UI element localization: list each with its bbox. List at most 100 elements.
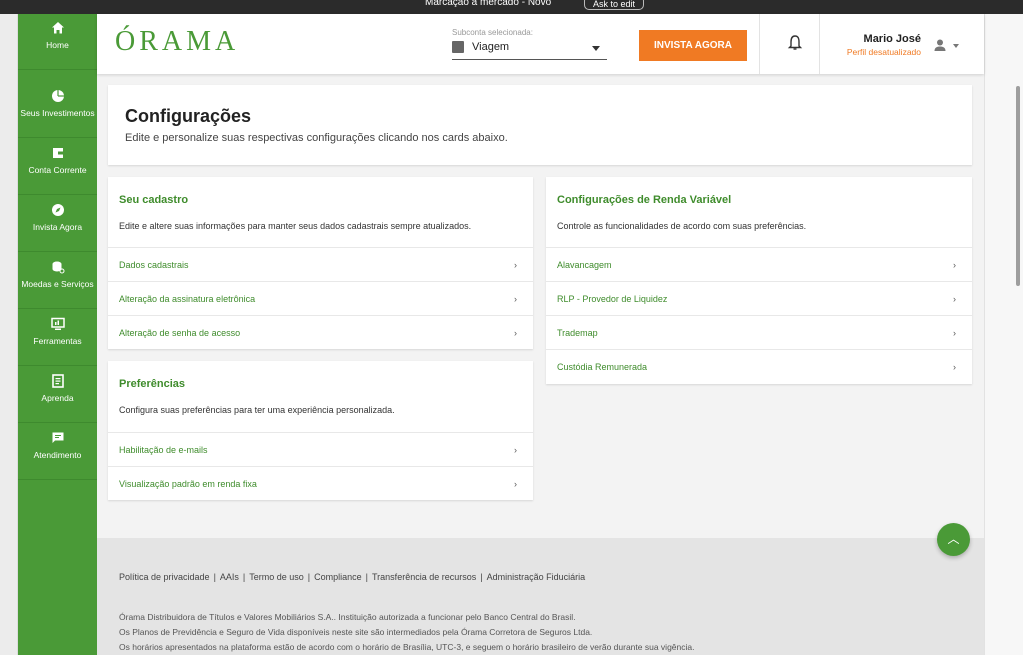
chevron-right-icon: › [953,328,956,338]
page-title-card: Configurações Edite e personalize suas r… [108,85,972,165]
link-aais[interactable]: AAIs [220,572,239,582]
separator: | [365,572,369,582]
separator: | [480,572,483,582]
row-label: Trademap [557,328,598,338]
link-administracao-fiduciaria[interactable]: Administração Fiduciária [487,572,586,582]
browser-top-bar: Marcação a mercado - Novo Ask to edit [0,0,1023,14]
sidebar-item-ferramentas[interactable]: Ferramentas [18,310,97,366]
row-alteracao-senha[interactable]: Alteração de senha de acesso › [108,315,533,349]
sidebar-item-seus-investimentos[interactable]: Seus Investimentos [18,82,97,138]
notification-bell-icon[interactable] [787,34,803,52]
sidebar-item-label: Atendimento [33,450,82,460]
chevron-right-icon: › [953,260,956,270]
subaccount-select[interactable]: Subconta selecionada: Viagem [452,28,607,60]
ask-to-edit-button[interactable]: Ask to edit [584,0,645,10]
subaccount-label: Subconta selecionada: [452,28,533,37]
subaccount-icon [452,41,464,53]
chevron-right-icon: › [514,479,517,489]
card-title: Seu cadastro [119,194,189,206]
orama-logo[interactable]: ÓRAMA [115,26,239,58]
sidebar-item-label: Moedas e Serviços [21,279,94,289]
scroll-to-top-button[interactable]: ︿ [937,523,970,556]
sidebar-item-invista-agora[interactable]: Invista Agora [18,196,97,252]
row-alteracao-assinatura[interactable]: Alteração da assinatura eletrônica › [108,281,533,315]
card-description: Edite e altere suas informações para man… [119,221,472,231]
row-dados-cadastrais[interactable]: Dados cadastrais › [108,247,533,281]
row-label: Visualização padrão em renda fixa [119,479,257,489]
sidebar-item-label: Conta Corrente [28,165,87,175]
scrollbar-thumb[interactable] [1016,86,1020,286]
monitor-chart-icon [50,317,65,330]
footer: Política de privacidade | AAIs | Termo de us… [97,538,984,655]
top-header: ÓRAMA Subconta selecionada: Viagem INVIS… [97,14,984,74]
user-menu-chevron-icon[interactable] [953,44,959,48]
chevron-right-icon: › [953,362,956,372]
sidebar-item-home[interactable]: Home [18,14,97,70]
sidebar-item-atendimento[interactable]: Atendimento [18,424,97,480]
scrollbar-track[interactable] [984,14,1023,655]
row-label: Custódia Remunerada [557,362,648,372]
chevron-right-icon: › [514,328,517,338]
sidebar-item-label: Seus Investimentos [20,108,95,118]
sidebar-item-label: Ferramentas [33,336,82,346]
row-habilitacao-emails[interactable]: Habilitação de e-mails › [108,432,533,466]
row-rlp-provedor[interactable]: RLP - Provedor de Liquidez › [546,281,972,315]
chevron-right-icon: › [953,294,956,304]
subaccount-value: Viagem [472,41,510,53]
chevron-down-icon [592,46,600,51]
pie-chart-icon [51,90,64,102]
link-termo-uso[interactable]: Termo de uso [249,572,304,582]
chat-icon [52,432,63,443]
separator: | [307,572,311,582]
row-label: Dados cadastrais [119,260,189,270]
link-transferencia-recursos[interactable]: Transferência de recursos [372,572,476,582]
book-icon [51,374,64,388]
card-title: Configurações de Renda Variável [557,194,732,206]
link-politica-privacidade[interactable]: Política de privacidade [119,572,210,582]
card-renda-variavel: Configurações de Renda Variável Controle… [546,177,972,384]
row-visualizacao-renda-fixa[interactable]: Visualização padrão em renda fixa › [108,466,533,500]
page-title: Configurações [125,106,252,126]
chevron-up-icon: ︿ [947,532,960,546]
compass-icon [51,204,64,216]
card-seu-cadastro: Seu cadastro Edite e altere suas informa… [108,177,533,349]
row-label: RLP - Provedor de Liquidez [557,294,668,304]
footer-legal-text: Órama Distribuidora de Títulos e Valores… [119,612,576,622]
row-label: Alteração de senha de acesso [119,328,241,338]
footer-links: Política de privacidade | AAIs | Termo de us… [119,572,585,582]
user-name[interactable]: Mario José [817,33,921,45]
invista-agora-button[interactable]: INVISTA AGORA [639,30,747,61]
card-description: Controle as funcionalidades de acordo co… [557,221,807,231]
row-alavancagem[interactable]: Alavancagem › [546,247,972,281]
footer-legal-text: Os Planos de Previdência e Seguro de Vid… [119,627,593,637]
home-icon [51,22,64,34]
sidebar-item-label: Invista Agora [32,222,83,232]
avatar-icon[interactable] [933,38,947,52]
sidebar-item-aprenda[interactable]: Aprenda [18,367,97,423]
coins-icon [52,261,64,274]
profile-status[interactable]: Perfil desatualizado [817,47,921,57]
page-subtitle: Edite e personalize suas respectivas con… [125,132,508,144]
card-title: Preferências [119,378,186,390]
sidebar-item-moedas-servicos[interactable]: Moedas e Serviços [18,253,97,309]
card-description: Configura suas preferências para ter uma… [119,405,395,415]
sidebar-item-label: Home [46,40,69,50]
header-divider [759,14,760,74]
left-gutter [0,14,18,655]
row-trademap[interactable]: Trademap › [546,315,972,349]
sidebar-item-conta-corrente[interactable]: Conta Corrente [18,139,97,195]
chevron-right-icon: › [514,445,517,455]
separator: | [213,572,216,582]
link-compliance[interactable]: Compliance [314,572,362,582]
row-custodia-remunerada[interactable]: Custódia Remunerada › [546,349,972,383]
card-preferencias: Preferências Configura suas preferências… [108,361,533,500]
separator: | [242,572,246,582]
chevron-right-icon: › [514,294,517,304]
sidebar: Home Seus Investimentos Conta Corrente I… [18,14,97,655]
sidebar-item-label: Aprenda [41,393,74,403]
footer-legal-text: Os horários apresentados na plataforma e… [119,642,695,652]
row-label: Alavancagem [557,260,612,270]
row-label: Alteração da assinatura eletrônica [119,294,256,304]
row-label: Habilitação de e-mails [119,445,208,455]
browser-tab-title: Marcação a mercado - Novo [425,0,552,8]
